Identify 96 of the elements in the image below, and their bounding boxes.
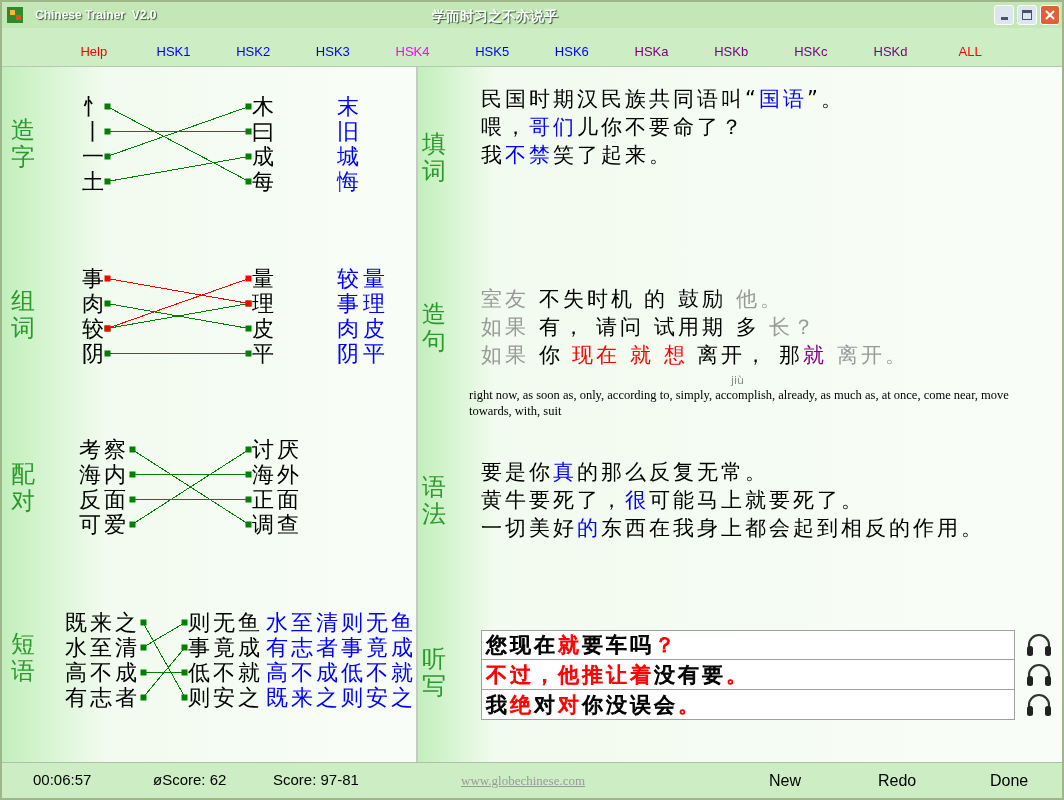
word-right: 事竟成 xyxy=(188,635,263,661)
menu-tab[interactable]: HSKc xyxy=(794,41,828,61)
word-left: 丨 xyxy=(82,119,104,144)
timer: 00:06:57 xyxy=(33,770,93,791)
maximize-icon xyxy=(1022,10,1032,20)
app-icon xyxy=(7,7,23,23)
word-right: 海外 xyxy=(252,461,302,487)
pinyin: jiù xyxy=(731,374,745,387)
word-left: 水至清 xyxy=(65,635,140,661)
word-left: 较 xyxy=(82,315,104,341)
menu-tab[interactable]: HSK5 xyxy=(475,41,510,61)
word-right: 讨厌 xyxy=(252,436,302,462)
answer-word: 悔 xyxy=(337,169,359,194)
word-right: 低不就 xyxy=(188,660,263,686)
answer-word: 旧 xyxy=(337,119,359,144)
average-score: øScore: 62 xyxy=(153,770,228,791)
sentence: 如果 你 现在 就 想 离开， 那就 离开。 xyxy=(481,341,910,369)
section-label: 造字 xyxy=(11,117,35,171)
word-left: 忄 xyxy=(82,94,104,119)
section-label: 配对 xyxy=(11,460,35,515)
word-right: 每 xyxy=(252,169,274,194)
word-left: 既来之 xyxy=(65,610,140,636)
headphones-icon[interactable] xyxy=(1026,663,1052,688)
section-label: 短语 xyxy=(11,631,35,686)
sentence: 要是你真 的那么反复无常。 xyxy=(481,459,770,487)
word-right: 理 xyxy=(252,290,274,316)
window-title: Chinese Trainer V2.0 xyxy=(35,7,157,24)
word-left: 事 xyxy=(82,265,104,291)
word-right: 量 xyxy=(252,265,274,291)
menu-tab[interactable]: HSKb xyxy=(714,41,749,61)
word-right: 调查 xyxy=(252,511,302,537)
word-right: 曰 xyxy=(252,119,274,144)
answer-word: 事理 xyxy=(337,290,389,316)
word-right: 则安之 xyxy=(188,685,263,711)
sentence: 不过，他推让着没有要。 xyxy=(486,661,750,689)
word-right: 皮 xyxy=(252,315,274,341)
action-button[interactable]: New xyxy=(769,768,801,793)
word-right: 则无鱼 xyxy=(188,610,263,636)
word-left: 阴 xyxy=(82,340,104,366)
menu-tab[interactable]: HSKa xyxy=(634,41,669,61)
word-left: 可爱 xyxy=(79,511,129,537)
close-button[interactable] xyxy=(1040,5,1060,25)
answer-row[interactable]: 您现在就要车吗？ xyxy=(481,630,1015,661)
definition-text: right now, as soon as, only, according to, simply, accomplish, already, as much as, at once, come near, move towards, with, suit xyxy=(469,386,1009,419)
sentence: 我绝对对你没误会。 xyxy=(486,691,702,719)
action-button[interactable]: Done xyxy=(990,768,1029,793)
answer-word: 既来之则安之 xyxy=(266,685,416,711)
sentence: 如果 有， 请问 试用期 多 长？ xyxy=(481,313,819,341)
menu-tab[interactable]: HSKd xyxy=(873,41,908,61)
minimize-button[interactable] xyxy=(994,5,1014,25)
answer-word: 较量 xyxy=(337,265,389,291)
minimize-icon xyxy=(1000,17,1008,20)
sentence: 我不禁 笑了起来。 xyxy=(481,142,674,169)
answer-word: 高不成低不就 xyxy=(266,660,416,686)
word-left: 海内 xyxy=(79,461,129,487)
section-label: 填词 xyxy=(422,131,446,185)
answer-row[interactable]: 不过，他推让着没有要。 xyxy=(481,660,1015,691)
section-label: 听写 xyxy=(422,646,446,701)
sentence: 您现在就要车吗？ xyxy=(486,632,678,660)
word-left: 一 xyxy=(82,144,104,169)
answer-word: 肉皮 xyxy=(337,315,389,341)
word-left: 有志者 xyxy=(65,685,140,711)
section-label: 语法 xyxy=(422,474,446,529)
word-left: 土 xyxy=(82,169,104,194)
answer-word: 城 xyxy=(337,144,359,169)
menu-tab[interactable]: HSK3 xyxy=(315,41,350,61)
section-label: 组词 xyxy=(11,287,35,342)
sentence: 室友 不失时机 的 鼓励 他。 xyxy=(481,285,785,313)
word-right: 平 xyxy=(252,340,274,366)
answer-word: 有志者事竟成 xyxy=(266,635,416,661)
word-left: 肉 xyxy=(82,290,104,316)
close-icon xyxy=(1045,10,1055,20)
sentence: 一切美好的东西在我身上都会起到相反的作用。 xyxy=(481,515,985,543)
word-left: 考察 xyxy=(79,436,129,462)
sentence: 黄牛要死了，很可能马上就要死了。 xyxy=(481,487,866,515)
maximize-button[interactable] xyxy=(1017,5,1037,25)
menu-tab[interactable]: HSK1 xyxy=(156,41,191,61)
action-button[interactable]: Redo xyxy=(878,768,917,793)
section-label: 造句 xyxy=(422,300,446,355)
sentence: 民国时期汉民族共同语叫“国语”。 xyxy=(481,86,845,113)
word-left: 高不成 xyxy=(65,660,140,686)
menu-tab[interactable]: HSK6 xyxy=(554,41,589,61)
sentence: 喂，哥们 儿你不要命了？ xyxy=(481,114,746,141)
score: Score: 97-81 xyxy=(273,770,360,791)
window-caption: 学而时习之不亦说乎 xyxy=(432,7,558,26)
word-left: 反面 xyxy=(79,486,129,512)
headphones-icon[interactable] xyxy=(1026,693,1052,718)
headphones-icon[interactable] xyxy=(1026,633,1052,658)
menu-tab[interactable]: HSK2 xyxy=(236,41,271,61)
answer-word: 水至清则无鱼 xyxy=(266,610,416,636)
answer-row[interactable]: 我绝对对你没误会。 xyxy=(481,690,1015,721)
word-right: 成 xyxy=(252,144,274,169)
word-right: 正面 xyxy=(252,486,302,512)
word-right: 木 xyxy=(252,94,274,119)
answer-word: 阴平 xyxy=(337,340,389,366)
answer-word: 末 xyxy=(337,94,359,119)
